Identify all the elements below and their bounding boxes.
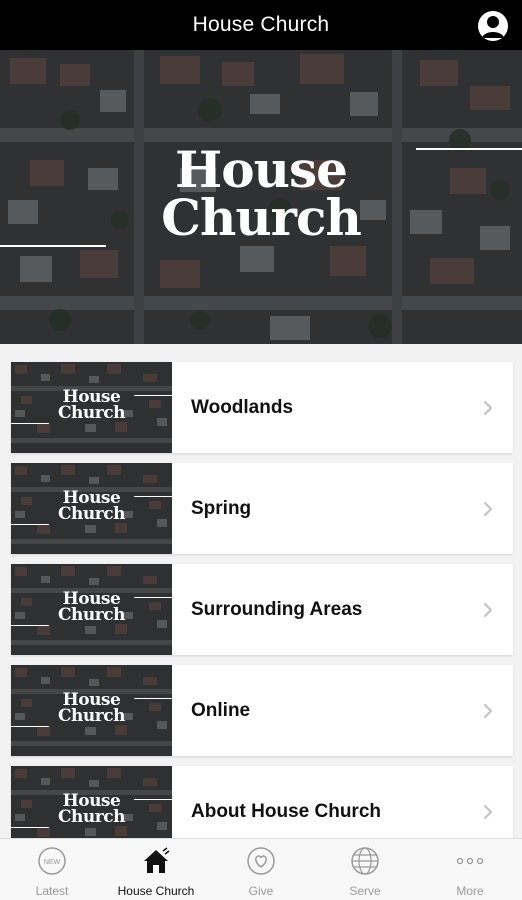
list-item[interactable]: House Church Surrounding Areas (11, 564, 513, 655)
list-item-label: Spring (191, 498, 252, 519)
heart-icon (247, 847, 275, 875)
thumb-logo: House Church (11, 591, 172, 625)
list-item-label: Online (191, 700, 251, 721)
house-icon (144, 847, 170, 873)
tab-label: House Church (117, 884, 195, 898)
tab-give[interactable]: Give (209, 839, 313, 900)
thumb-accent-line (11, 524, 49, 525)
globe-icon (351, 847, 379, 875)
tab-more[interactable]: More (418, 839, 522, 900)
list-item[interactable]: House Church Spring (11, 463, 513, 554)
logo-line-1: House (175, 140, 348, 199)
thumb-logo-line-2: Church (58, 807, 125, 827)
hero-accent-line (0, 245, 106, 247)
hero-banner: House Church (0, 50, 522, 344)
list-item-label: Surrounding Areas (191, 599, 363, 620)
thumb-logo: House Church (11, 389, 172, 423)
thumb-logo-line-2: Church (58, 605, 125, 625)
location-thumbnail: House Church (11, 665, 172, 756)
tab-house-church[interactable]: House Church (104, 839, 208, 900)
location-thumbnail: House Church (11, 463, 172, 554)
tab-serve[interactable]: Serve (313, 839, 417, 900)
list-item[interactable]: House Church Online (11, 665, 513, 756)
thumb-logo-line-2: Church (58, 504, 125, 524)
new-badge-text: NEW (44, 859, 61, 866)
thumb-accent-line (11, 625, 49, 626)
thumb-accent-line (11, 726, 49, 727)
list-item[interactable]: House Church Woodlands (11, 362, 513, 453)
thumb-logo-line-2: Church (58, 403, 125, 423)
logo-line-2: Church (161, 188, 362, 247)
tab-label: Latest (35, 884, 69, 898)
thumb-logo: House Church (11, 793, 172, 827)
chevron-right-icon (483, 400, 493, 416)
tab-label: Serve (349, 884, 381, 898)
house-church-logo: House Church (0, 140, 522, 247)
location-thumbnail: House Church (11, 564, 172, 655)
page-title: House Church (192, 13, 330, 36)
more-dots-icon (456, 857, 484, 865)
thumb-logo-line-2: Church (58, 706, 125, 726)
location-thumbnail: House Church (11, 362, 172, 453)
thumb-logo: House Church (11, 490, 172, 524)
tab-label: More (456, 884, 484, 898)
chevron-right-icon (483, 703, 493, 719)
tab-label: Give (248, 884, 274, 898)
person-circle-icon[interactable] (478, 11, 508, 41)
bottom-tab-bar: NEW Latest House Church Give Serve More (0, 838, 522, 900)
new-badge-icon: NEW (38, 847, 66, 875)
chevron-right-icon (483, 501, 493, 517)
list-item-label: Woodlands (191, 397, 294, 418)
thumb-accent-line (11, 423, 49, 424)
top-nav-bar: House Church (0, 0, 522, 50)
thumb-accent-line (11, 827, 49, 828)
chevron-right-icon (483, 602, 493, 618)
chevron-right-icon (483, 804, 493, 820)
thumb-logo: House Church (11, 692, 172, 726)
tab-latest[interactable]: NEW Latest (0, 839, 104, 900)
